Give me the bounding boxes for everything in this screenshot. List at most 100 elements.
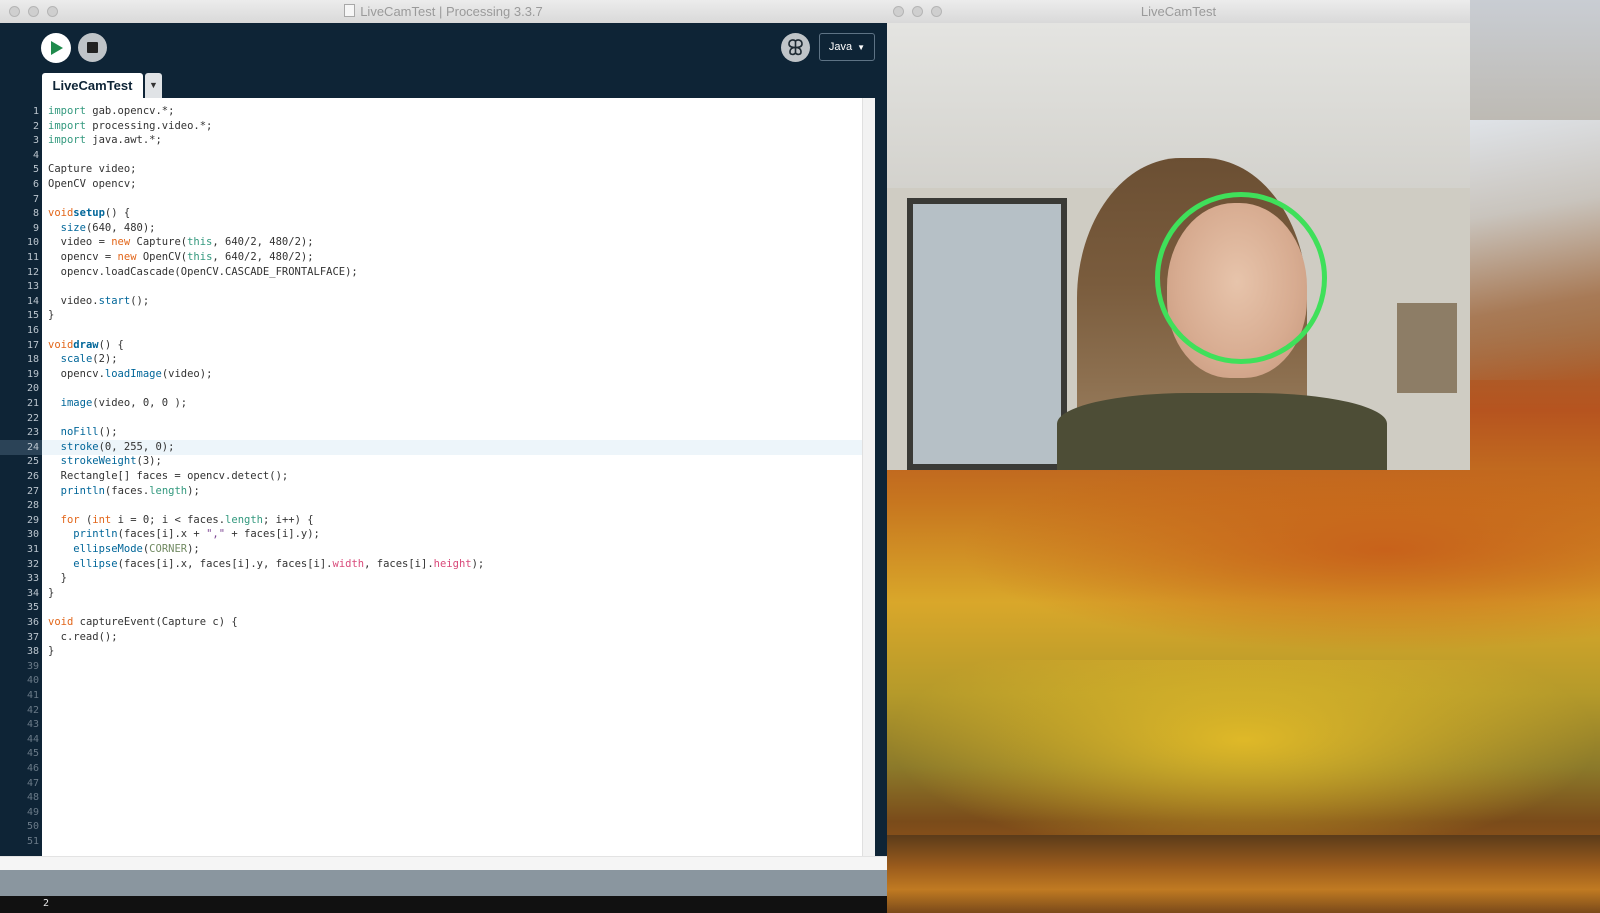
- code-token: opencv =: [48, 251, 118, 263]
- webcam-frame: [887, 23, 1470, 470]
- code-line: opencv = new OpenCV(this, 640/2, 480/2);: [48, 250, 314, 265]
- editor-window-title: LiveCamTest | Processing 3.3.7: [0, 0, 887, 23]
- stop-button[interactable]: [78, 33, 107, 62]
- line-number: 7: [32, 193, 39, 205]
- editor-title-text: LiveCamTest | Processing 3.3.7: [360, 4, 543, 19]
- line-number: 15: [26, 310, 39, 322]
- mode-selector[interactable]: Java ▼: [819, 33, 875, 61]
- code-line: println(faces[i].x + "," + faces[i].y);: [48, 527, 320, 542]
- line-number: 46: [26, 763, 39, 774]
- code-token: draw: [73, 338, 99, 351]
- horizontal-scrollbar[interactable]: [0, 856, 887, 871]
- vertical-scrollbar[interactable]: [862, 98, 875, 856]
- debugger-button[interactable]: [781, 33, 810, 62]
- code-token: strokeWeight: [60, 455, 137, 468]
- code-line: voiddraw() {: [48, 338, 124, 353]
- code-token: );: [187, 484, 200, 497]
- code-token: length: [225, 513, 263, 526]
- code-token: (faces[i].x +: [117, 528, 207, 541]
- line-number: 4: [32, 149, 39, 161]
- code-token: image: [60, 397, 93, 409]
- code-token: (2);: [92, 353, 118, 366]
- code-token: stroke: [60, 440, 99, 453]
- wallpaper-lake: [887, 835, 1600, 913]
- code-token: opencv.loadCascade(OpenCV.CASCADE_FRONTA…: [48, 265, 358, 278]
- line-number: 49: [26, 806, 39, 818]
- code-token: (3);: [136, 455, 162, 468]
- console-output-line: 2: [43, 898, 50, 909]
- line-number: 34: [26, 587, 39, 599]
- line-number: 3: [32, 135, 39, 147]
- code-token: (faces[i].x, faces[i].y, faces[i].: [117, 557, 333, 570]
- line-number: 44: [26, 733, 39, 745]
- code-line: for (int i = 0; i < faces.length; i++) {: [48, 513, 314, 528]
- mode-label: Java: [828, 41, 853, 53]
- code-line: ellipseMode(CORNER);: [48, 542, 199, 557]
- line-number: 6: [32, 179, 39, 190]
- code-line: opencv.loadImage(video);: [48, 367, 213, 382]
- code-token: opencv.: [48, 367, 105, 380]
- code-editor[interactable]: import gab.opencv.*; import processing.vi…: [42, 98, 862, 856]
- code-token: ellipseMode: [73, 543, 143, 555]
- code-line: scale(2);: [48, 352, 118, 367]
- code-token: }: [48, 645, 55, 658]
- stop-icon: [87, 42, 98, 53]
- code-token: (video);: [161, 367, 213, 380]
- person-body: [1057, 393, 1387, 470]
- sketch-titlebar[interactable]: LiveCamTest: [887, 0, 1470, 24]
- code-token: gab.opencv.*;: [92, 105, 175, 117]
- code-token: new: [111, 236, 131, 249]
- wallpaper-autumn-ridge: [887, 470, 1600, 670]
- line-number: 23: [26, 427, 39, 439]
- line-number: 41: [26, 690, 39, 701]
- line-number: 22: [26, 412, 39, 424]
- line-number: 14: [26, 295, 39, 307]
- code-token: import: [48, 119, 86, 132]
- code-token: println: [73, 528, 118, 541]
- tab-menu-button[interactable]: ▼: [145, 73, 162, 98]
- code-token: }: [48, 586, 55, 599]
- code-line: import java.awt.*;: [48, 133, 162, 148]
- line-number: 11: [26, 252, 39, 263]
- code-token: video.: [48, 294, 99, 307]
- code-token: import: [48, 134, 86, 147]
- code-line: import gab.opencv.*;: [48, 104, 174, 119]
- tab-livecamtest[interactable]: LiveCamTest: [42, 73, 143, 98]
- code-line: }: [48, 586, 54, 601]
- line-number: 28: [26, 500, 39, 512]
- play-icon: [51, 41, 63, 55]
- line-number: 33: [26, 573, 39, 585]
- code-token: ellipse: [73, 557, 118, 570]
- line-number: 26: [26, 471, 39, 482]
- code-line: video.start();: [48, 294, 150, 309]
- code-token: size: [60, 221, 86, 234]
- line-number: 32: [26, 558, 39, 570]
- chevron-down-icon: ▼: [857, 43, 866, 52]
- code-token: ; i++) {: [262, 513, 314, 526]
- editor-toolbar: [0, 23, 887, 73]
- line-number: 24: [26, 441, 39, 453]
- editor-titlebar[interactable]: LiveCamTest | Processing 3.3.7: [0, 0, 887, 24]
- code-line: void captureEvent(Capture c) {: [48, 615, 238, 630]
- code-token: , 640/2, 480/2);: [212, 236, 314, 249]
- run-button[interactable]: [41, 33, 71, 63]
- line-number: 2: [32, 120, 39, 132]
- code-line: c.read();: [48, 630, 118, 645]
- code-token: for: [60, 513, 80, 526]
- code-token: (0, 255, 0);: [98, 440, 175, 453]
- line-number-gutter: 1 2 3 4 5 6 7 8 9 10 11 12 13 14 15 16 17 18 19 20 21 22 23 24 2…: [0, 98, 42, 856]
- code-token: void: [48, 338, 74, 351]
- line-number: 50: [26, 821, 39, 833]
- code-line: opencv.loadCascade(OpenCV.CASCADE_FRONTA…: [48, 265, 358, 280]
- code-token: width: [332, 557, 365, 570]
- code-token: , 640/2, 480/2);: [212, 251, 314, 263]
